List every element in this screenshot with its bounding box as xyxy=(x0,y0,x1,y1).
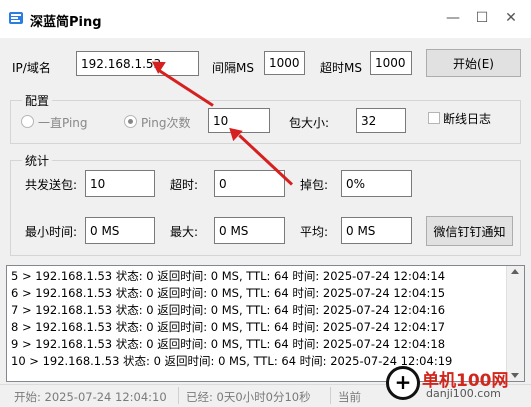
close-button[interactable]: ✕ xyxy=(501,8,521,28)
interval-input[interactable]: 1000 xyxy=(264,51,305,75)
stats-timeout-field: 0 xyxy=(214,170,285,197)
log-line: 6 > 192.168.1.53 状态: 0 返回时间: 0 MS, TTL: … xyxy=(11,286,446,300)
status-start: 开始: 2025-07-24 12:04:10 xyxy=(14,390,167,404)
stats-timeout-label: 超时: xyxy=(170,178,199,192)
interval-label: 间隔MS xyxy=(212,61,254,75)
maximize-button[interactable]: ☐ xyxy=(472,8,492,28)
window-title: 深蓝简Ping xyxy=(30,15,102,30)
log-line: 7 > 192.168.1.53 状态: 0 返回时间: 0 MS, TTL: … xyxy=(11,303,446,317)
start-button[interactable]: 开始(E) xyxy=(426,49,521,77)
config-group-title: 配置 xyxy=(22,92,53,109)
mode-count-label: Ping次数 xyxy=(141,116,191,130)
target-label: IP/域名 xyxy=(12,61,51,75)
title-bar: 深蓝简Ping — ☐ ✕ xyxy=(0,0,531,38)
stats-group-title: 统计 xyxy=(22,152,53,169)
packet-size-label: 包大小: xyxy=(289,116,330,130)
minimize-button[interactable]: — xyxy=(443,8,463,28)
log-line: 8 > 192.168.1.53 状态: 0 返回时间: 0 MS, TTL: … xyxy=(11,320,446,334)
min-time-field: 0 MS xyxy=(85,217,155,244)
sent-count-field: 10 xyxy=(85,170,155,197)
status-divider xyxy=(178,387,179,404)
app-icon xyxy=(9,12,23,24)
max-time-field: 0 MS xyxy=(214,217,285,244)
min-time-label: 最小时间: xyxy=(25,225,78,239)
status-current: 当前 xyxy=(338,390,361,404)
watermark-plus-icon: + xyxy=(386,366,420,400)
status-divider xyxy=(330,387,331,404)
max-time-label: 最大: xyxy=(170,225,199,239)
watermark-subtext: danji100.com xyxy=(426,387,501,400)
disconnect-log-label: 断线日志 xyxy=(443,112,492,126)
loss-label: 掉包: xyxy=(300,178,329,192)
mode-count-radio[interactable] xyxy=(124,115,137,128)
timeout-ms-label: 超时MS xyxy=(320,61,362,75)
target-input[interactable]: 192.168.1.53 xyxy=(76,51,199,76)
log-line: 9 > 192.168.1.53 状态: 0 返回时间: 0 MS, TTL: … xyxy=(11,337,446,351)
avg-time-field: 0 MS xyxy=(341,217,412,244)
notify-button[interactable]: 微信钉钉通知 xyxy=(426,216,513,246)
watermark-logo: + 单机100网 danji100.com xyxy=(386,364,531,406)
sent-label: 共发送包: xyxy=(25,178,78,192)
mode-continuous-radio[interactable] xyxy=(21,115,34,128)
log-line: 5 > 192.168.1.53 状态: 0 返回时间: 0 MS, TTL: … xyxy=(11,269,446,283)
timeout-ms-input[interactable]: 1000 xyxy=(370,51,412,75)
mode-continuous-label: 一直Ping xyxy=(38,116,88,130)
loss-field: 0% xyxy=(341,170,412,197)
scroll-up-icon[interactable] xyxy=(511,269,519,274)
disconnect-log-checkbox[interactable] xyxy=(428,112,440,124)
packet-size-input[interactable]: 32 xyxy=(356,108,406,133)
avg-time-label: 平均: xyxy=(300,225,329,239)
status-elapsed: 已经: 0天0小时0分10秒 xyxy=(186,390,311,404)
